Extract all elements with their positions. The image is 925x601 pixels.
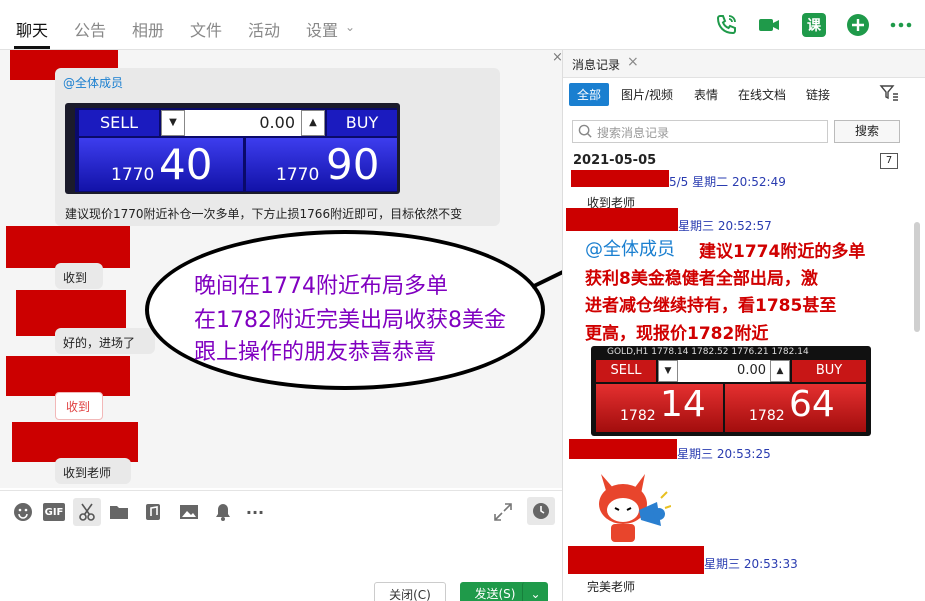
tab-album[interactable]: 相册 [132, 17, 164, 41]
tab-media[interactable]: 图片/视频 [621, 86, 673, 103]
message-meta: 星期三 20:52:57 [678, 219, 772, 233]
tab-announcement[interactable]: 公告 [74, 17, 106, 41]
search-input[interactable]: 搜索消息记录 [572, 120, 828, 143]
buy-price[interactable]: 1770 90 [246, 138, 397, 191]
lot-input[interactable]: 0.00 [185, 110, 301, 136]
message-text: 更高，现报价1782附近 [585, 324, 769, 344]
lot-decrease-button[interactable]: ▼ [658, 360, 678, 382]
chevron-down-icon[interactable]: ⌄ [345, 20, 355, 34]
sticker-image [587, 468, 672, 546]
lot-increase-button[interactable]: ▲ [770, 360, 790, 382]
sell-button[interactable]: SELL [79, 110, 159, 136]
message-meta: 星期三 20:53:33 [704, 557, 798, 571]
more-icon[interactable] [889, 13, 913, 37]
history-title: 消息记录 [572, 58, 621, 72]
sell-button[interactable]: SELL [596, 360, 656, 382]
message-text: 收到老师 [63, 466, 112, 480]
course-icon[interactable]: 课 [802, 13, 826, 37]
lot-decrease-button[interactable]: ▼ [161, 110, 185, 136]
scissors-icon[interactable] [73, 498, 101, 526]
buy-price[interactable]: 1782 64 [725, 384, 866, 432]
message-meta: 星期三 20:53:25 [677, 447, 771, 461]
message-bubble: 收到 [55, 263, 103, 289]
sell-price[interactable]: 1782 14 [596, 384, 723, 432]
mention-all[interactable]: @全体成员 [585, 235, 675, 261]
video-icon[interactable] [757, 13, 781, 37]
redacted-name [12, 422, 138, 462]
music-icon[interactable] [142, 501, 164, 523]
input-toolbar: GIF ··· [0, 490, 562, 532]
folder-icon[interactable] [108, 501, 130, 523]
expand-icon[interactable] [492, 501, 514, 523]
filter-icon[interactable] [879, 83, 899, 107]
mention-all[interactable]: @全体成员 [63, 74, 492, 91]
date-header: 2021-05-05 [573, 153, 657, 168]
image-icon[interactable] [178, 501, 200, 523]
close-button[interactable]: 关闭(C) [374, 582, 446, 601]
message-text: 建议1774附近的多单 [699, 242, 866, 262]
send-options-chevron-icon[interactable]: ⌄ [522, 582, 548, 601]
tab-stickers[interactable]: 表情 [694, 86, 718, 103]
message-bubble: 好的，进场了 [55, 328, 155, 354]
sell-price[interactable]: 1770 40 [79, 138, 243, 191]
redacted-name [566, 208, 678, 231]
redacted-name [568, 546, 704, 574]
message-text: 建议现价1770附近补仓一次多单，下方止损1766附近即可，目标依然不变 [65, 207, 463, 221]
redacted-name [569, 439, 677, 459]
emoji-icon[interactable] [12, 501, 34, 523]
tab-chat[interactable]: 聊天 [16, 17, 48, 41]
message-bubble: 收到老师 [55, 458, 131, 484]
add-icon[interactable] [846, 13, 870, 37]
tab-activity[interactable]: 活动 [248, 17, 280, 41]
search-button[interactable]: 搜索 [834, 120, 900, 143]
lot-input[interactable]: 0.00 [678, 360, 770, 382]
annotation-ellipse: 晚间在1774附近布局多单 在1782附近完美出局收获8美金 跟上操作的朋友恭喜… [145, 230, 545, 390]
more-icon[interactable]: ··· [244, 501, 266, 523]
message-text: 完美老师 [587, 580, 636, 594]
message-text: 收到 [63, 271, 88, 285]
search-icon [578, 124, 593, 143]
buy-button[interactable]: BUY [792, 360, 866, 382]
annotation-line: 跟上操作的朋友恭喜恭喜 [194, 340, 437, 365]
message-meta: 5/5 星期二 20:52:49 [669, 175, 786, 189]
tab-links[interactable]: 链接 [806, 86, 830, 103]
history-icon[interactable] [527, 497, 555, 525]
redacted-name [571, 170, 669, 187]
buy-button[interactable]: BUY [327, 110, 397, 136]
send-button[interactable]: 发送(S) [460, 582, 530, 601]
lot-increase-button[interactable]: ▲ [301, 110, 325, 136]
message-history-panel: 消息记录 × 全部 图片/视频 表情 在线文档 链接 搜索消息记录 搜索 202… [562, 50, 925, 601]
top-nav: 聊天 公告 相册 文件 活动 设置 ⌄ 课 [0, 0, 925, 50]
tab-all[interactable]: 全部 [569, 83, 610, 106]
received-sticker: 收到 [55, 392, 103, 420]
message-text: 获利8美金稳健者全部出局，激 [585, 269, 818, 289]
tab-files[interactable]: 文件 [190, 17, 222, 41]
message-text: 进者减仓继续持有，看1785甚至 [585, 296, 837, 316]
close-icon[interactable]: × [627, 54, 639, 70]
redacted-name [6, 226, 130, 268]
calendar-icon[interactable]: 7 [880, 153, 898, 169]
close-icon[interactable]: × [552, 50, 562, 65]
trade-panel: GOLD,H1 1778.14 1782.52 1776.21 1782.14 … [591, 346, 871, 436]
gif-icon[interactable]: GIF [43, 503, 65, 521]
phone-icon[interactable] [714, 13, 738, 37]
bell-icon[interactable] [212, 501, 234, 523]
tab-settings[interactable]: 设置 [306, 17, 338, 41]
redacted-name [6, 356, 130, 396]
annotation-line: 在1782附近完美出局收获8美金 [194, 308, 506, 333]
message-text: 好的，进场了 [63, 336, 136, 350]
active-tab-indicator [14, 46, 50, 49]
tab-online-docs[interactable]: 在线文档 [738, 86, 786, 103]
scrollbar[interactable] [914, 222, 920, 332]
annotation-line: 晚间在1774附近布局多单 [194, 274, 448, 299]
trade-panel: SELL ▼ 0.00 ▲ BUY 1770 40 1770 90 [65, 103, 400, 194]
